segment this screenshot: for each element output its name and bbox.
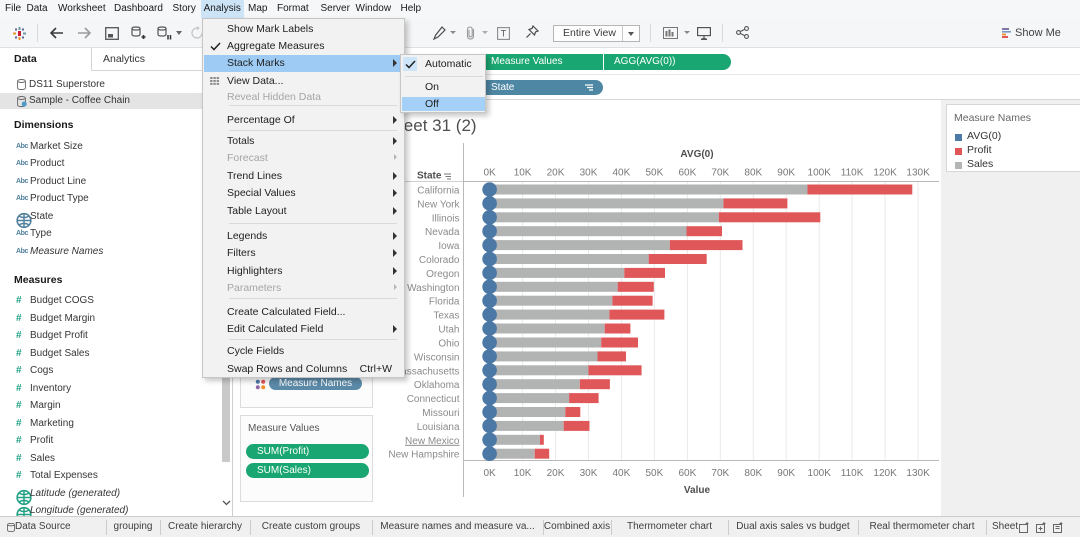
svg-text:Value: Value <box>684 485 711 496</box>
svg-text:Nevada: Nevada <box>425 227 460 238</box>
svg-text:Utah: Utah <box>438 325 459 336</box>
svg-text:Ohio: Ohio <box>438 339 460 350</box>
svg-text:Connecticut: Connecticut <box>407 394 460 405</box>
svg-text:30K: 30K <box>580 168 598 179</box>
svg-text:50K: 50K <box>646 168 664 179</box>
svg-text:California: California <box>417 186 460 197</box>
svg-text:60K: 60K <box>679 168 697 179</box>
svg-text:New Mexico: New Mexico <box>405 436 460 447</box>
svg-text:40K: 40K <box>613 468 631 479</box>
svg-text:100K: 100K <box>808 168 832 179</box>
svg-text:Wisconsin: Wisconsin <box>414 352 460 363</box>
svg-text:30K: 30K <box>580 468 598 479</box>
svg-text:50K: 50K <box>646 468 664 479</box>
svg-text:100K: 100K <box>808 468 832 479</box>
svg-text:Iowa: Iowa <box>438 241 460 252</box>
svg-text:0K: 0K <box>483 468 496 479</box>
svg-text:Missouri: Missouri <box>422 408 459 419</box>
svg-text:120K: 120K <box>873 168 897 179</box>
svg-text:New Hampshire: New Hampshire <box>388 450 460 461</box>
svg-text:40K: 40K <box>613 168 631 179</box>
svg-text:Colorado: Colorado <box>419 255 460 266</box>
svg-text:70K: 70K <box>711 468 729 479</box>
svg-text:110K: 110K <box>841 468 864 479</box>
svg-text:Washington: Washington <box>407 283 459 294</box>
svg-text:Oklahoma: Oklahoma <box>414 380 460 391</box>
svg-text:Illinois: Illinois <box>432 213 460 224</box>
svg-text:Louisiana: Louisiana <box>417 422 460 433</box>
svg-text:80K: 80K <box>744 168 762 179</box>
svg-text:80K: 80K <box>744 468 762 479</box>
svg-text:State: State <box>417 171 442 182</box>
svg-text:0K: 0K <box>483 168 496 179</box>
svg-text:130K: 130K <box>906 168 930 179</box>
svg-text:20K: 20K <box>547 468 565 479</box>
svg-text:60K: 60K <box>679 468 697 479</box>
svg-text:90K: 90K <box>777 168 795 179</box>
svg-text:Texas: Texas <box>433 311 459 322</box>
svg-text:10K: 10K <box>514 168 532 179</box>
svg-text:10K: 10K <box>514 468 532 479</box>
svg-text:130K: 130K <box>906 468 930 479</box>
svg-text:Florida: Florida <box>429 297 460 308</box>
svg-text:70K: 70K <box>711 168 729 179</box>
svg-text:20K: 20K <box>547 168 565 179</box>
svg-text:90K: 90K <box>777 468 795 479</box>
svg-text:110K: 110K <box>841 168 864 179</box>
svg-text:T: T <box>501 29 507 39</box>
svg-text:Oregon: Oregon <box>426 269 459 280</box>
svg-text:AVG(0): AVG(0) <box>680 149 713 160</box>
svg-text:New York: New York <box>417 199 460 210</box>
svg-text:120K: 120K <box>873 468 897 479</box>
